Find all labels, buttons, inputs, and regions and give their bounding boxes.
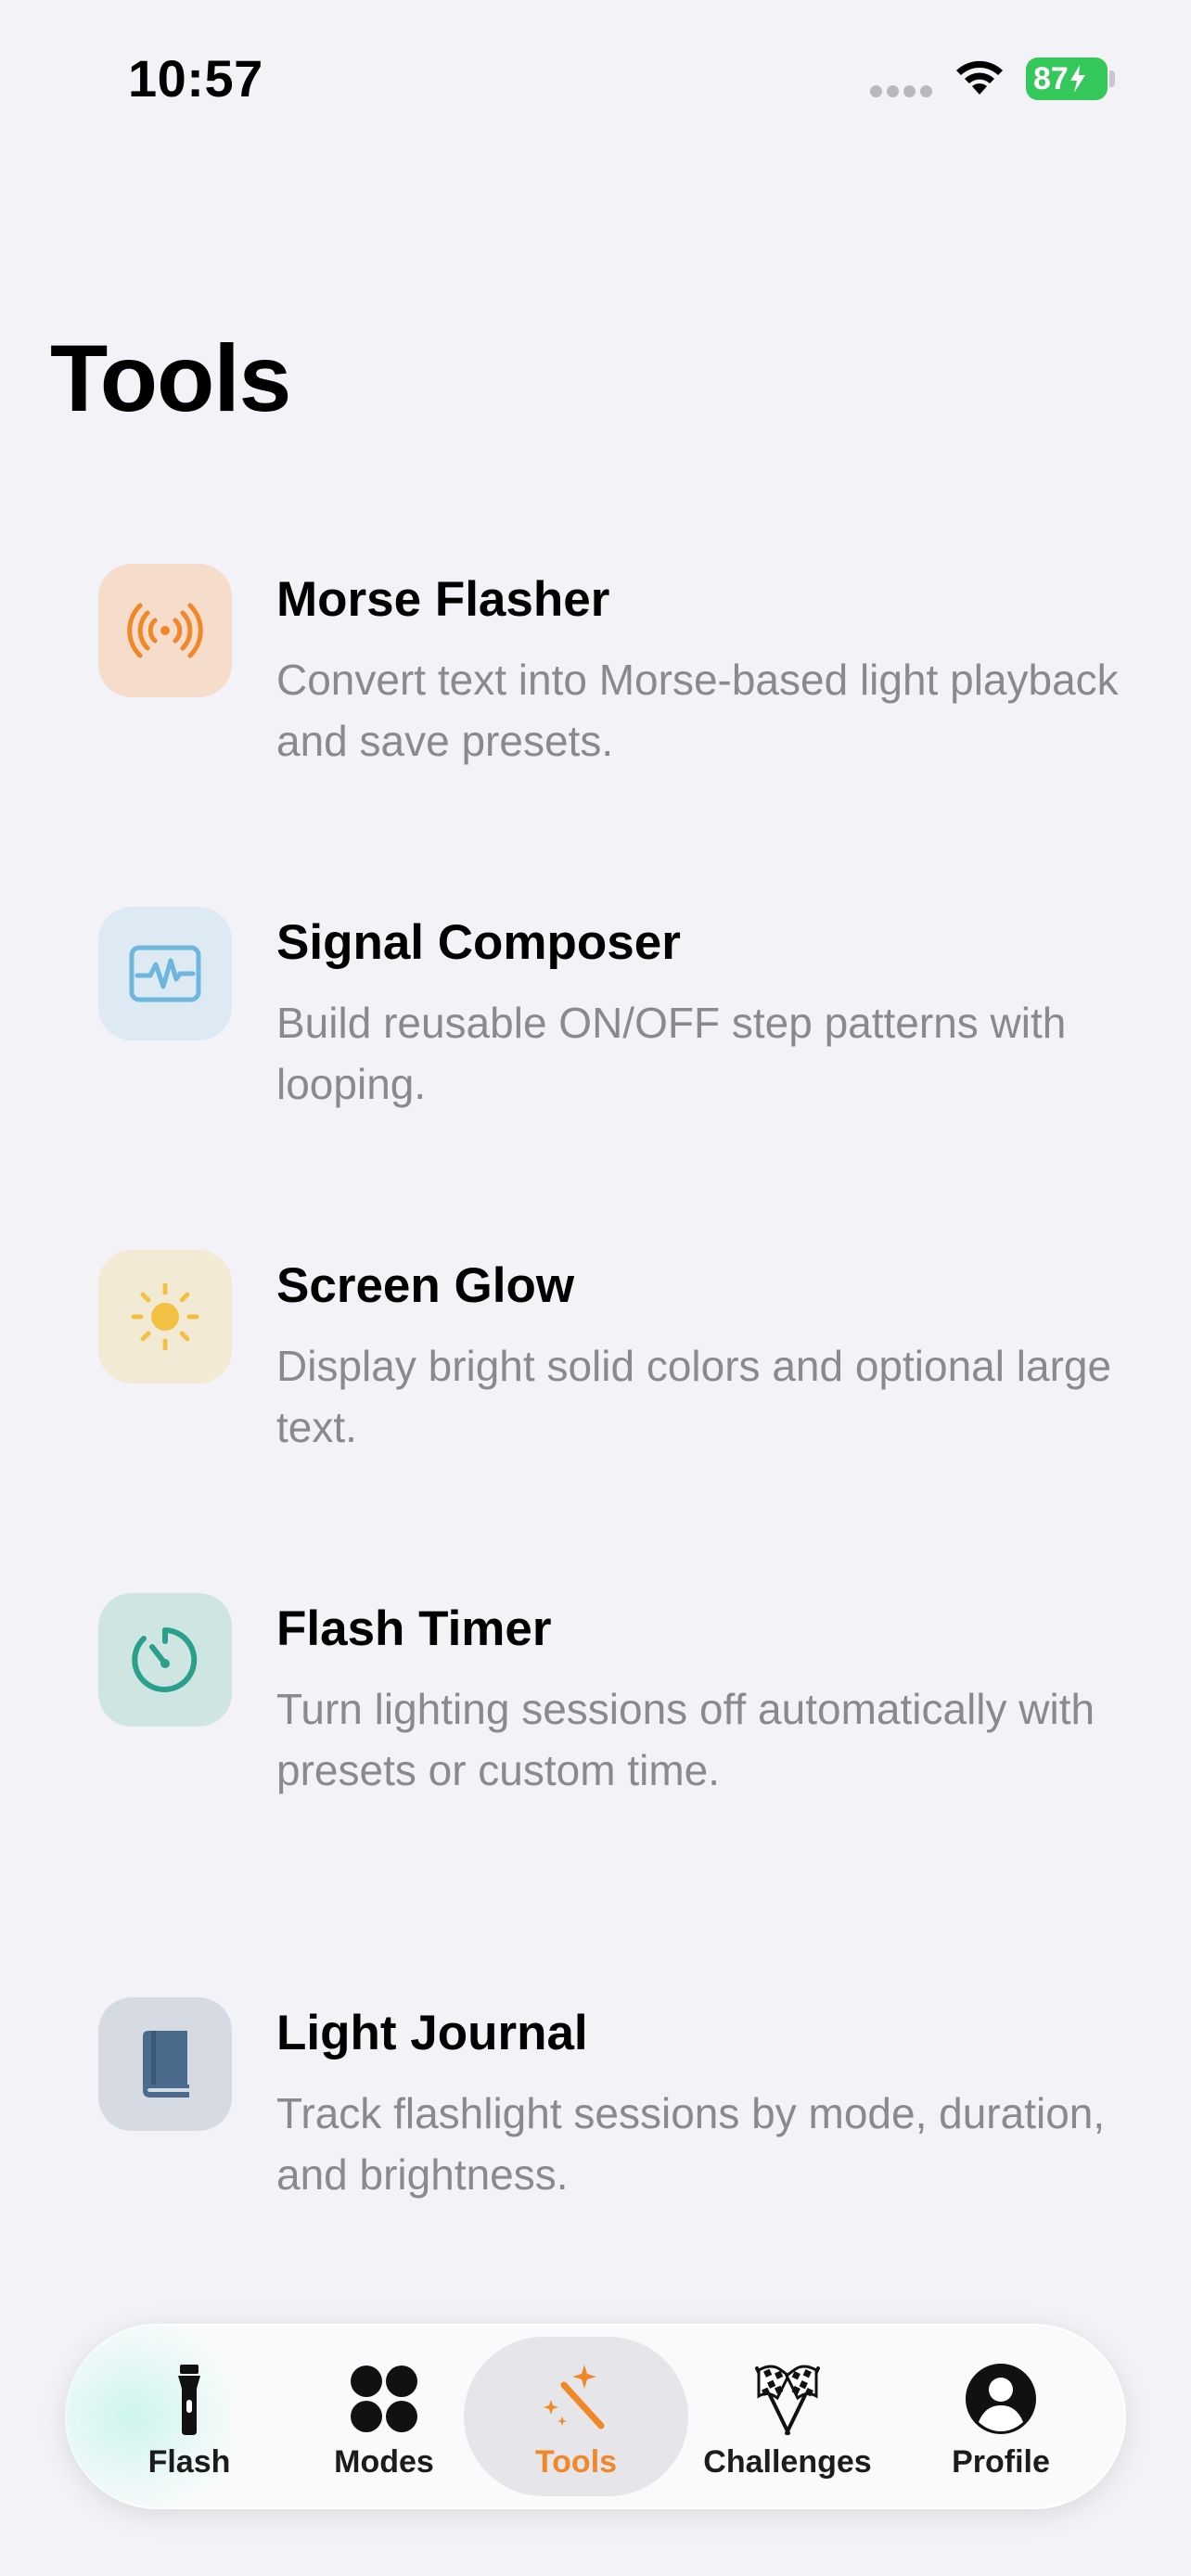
tab-profile[interactable]: Profile: [899, 2324, 1103, 2509]
cellular-signal-icon: [870, 85, 933, 98]
status-bar: 10:57 87: [0, 0, 1191, 158]
tool-title: Screen Glow: [276, 1258, 575, 1313]
person-circle-icon: [961, 2359, 1041, 2439]
tool-description: Track flashlight sessions by mode, durat…: [276, 2089, 1106, 2199]
charging-bolt-icon: [1069, 65, 1085, 93]
tool-title: Flash Timer: [276, 1601, 552, 1656]
broadcast-icon: [98, 564, 232, 697]
tool-description: Turn lighting sessions off automatically…: [276, 1685, 1095, 1794]
page-title: Tools: [50, 325, 291, 431]
status-time: 10:57: [128, 49, 263, 108]
tool-description: Build reusable ON/OFF step patterns with…: [276, 999, 1067, 1108]
tool-title: Signal Composer: [276, 915, 681, 970]
tab-label: Tools: [534, 2444, 618, 2480]
magic-wand-icon: [536, 2359, 616, 2439]
tab-flash[interactable]: Flash: [87, 2324, 291, 2509]
tab-label: Challenges: [703, 2444, 872, 2480]
tool-title: Morse Flasher: [276, 572, 610, 627]
four-dots-icon: [344, 2359, 424, 2439]
waveform-icon: [98, 907, 232, 1040]
checkered-flags-icon: [748, 2359, 827, 2439]
tab-label: Flash: [147, 2444, 231, 2480]
book-icon: [98, 1997, 232, 2131]
tool-description: Display bright solid colors and optional…: [276, 1342, 1112, 1451]
tool-description: Convert text into Morse-based light play…: [276, 656, 1119, 765]
battery-cap: [1109, 70, 1115, 87]
battery-level: 87: [1033, 60, 1069, 96]
tab-label: Modes: [334, 2444, 434, 2480]
battery-icon: 87: [1026, 57, 1108, 100]
tab-modes[interactable]: Modes: [282, 2324, 486, 2509]
wifi-icon: [956, 60, 1003, 95]
tool-title: Light Journal: [276, 2006, 588, 2060]
flashlight-icon: [149, 2359, 229, 2439]
sun-icon: [98, 1250, 232, 1384]
timer-icon: [98, 1593, 232, 1727]
tab-challenges[interactable]: Challenges: [685, 2324, 890, 2509]
tab-bar: Flash Modes Tools Challenges Profile: [65, 2324, 1126, 2509]
tab-tools[interactable]: Tools: [474, 2324, 678, 2509]
tools-screen: 10:57 87 Tools Morse Flasher Convert tex…: [0, 0, 1191, 2576]
tab-label: Profile: [952, 2444, 1050, 2480]
